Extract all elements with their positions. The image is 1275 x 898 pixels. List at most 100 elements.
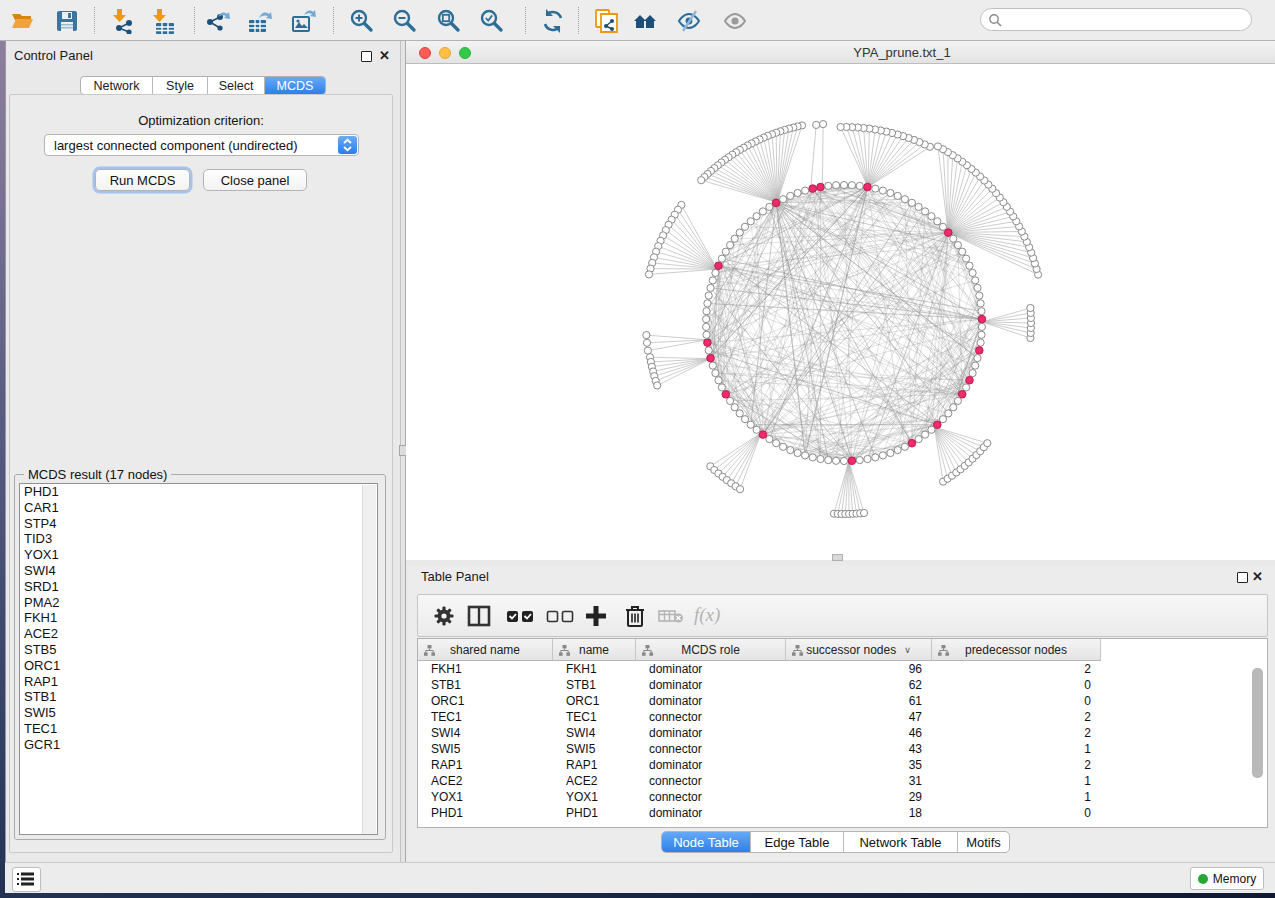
network-node[interactable] [718,384,725,391]
close-panel-button[interactable]: Close panel [203,169,307,191]
network-node[interactable] [643,339,650,346]
network-node[interactable] [856,457,863,464]
column-header-name[interactable]: name [553,639,636,661]
add-column-icon[interactable] [584,604,608,628]
mcds-list-scrollbar[interactable] [362,485,376,835]
network-node[interactable] [709,362,716,369]
network-node[interactable] [753,426,760,433]
mcds-result-item[interactable]: FKH1 [20,610,377,626]
mcds-result-item[interactable]: PMA2 [20,595,377,611]
network-node[interactable] [977,300,984,307]
close-window-icon[interactable] [419,47,431,59]
network-node[interactable] [833,457,840,464]
network-node[interactable] [718,255,725,262]
mcds-result-item[interactable]: RAP1 [20,674,377,690]
deselect-all-icon[interactable] [546,604,576,628]
network-node[interactable] [698,177,705,184]
split-column-icon[interactable] [467,604,491,628]
network-node[interactable] [731,235,738,242]
network-node[interactable] [727,397,734,404]
dominator-node[interactable] [966,377,974,385]
network-node[interactable] [817,455,824,462]
table-scrollbar[interactable] [1252,668,1263,778]
network-node[interactable] [645,271,652,278]
network-node[interactable] [644,347,651,354]
network-node[interactable] [703,316,710,323]
dominator-node[interactable] [945,229,953,237]
network-node[interactable] [864,455,871,462]
float-panel-icon[interactable] [361,51,372,62]
table-row[interactable]: PHD1PHD1dominator180 [418,805,1101,821]
horizontal-splitter-handle[interactable] [832,554,843,561]
mcds-result-item[interactable]: SWI5 [20,705,377,721]
zoom-in-icon[interactable] [349,8,375,34]
network-node[interactable] [773,440,780,447]
network-node[interactable] [974,284,981,291]
network-node[interactable] [747,218,754,225]
network-node[interactable] [972,277,979,284]
dominator-node[interactable] [722,391,730,399]
select-all-icon[interactable] [506,604,536,628]
table-row[interactable]: SWI5SWI5connector431 [418,741,1101,757]
network-node[interactable] [856,182,863,189]
network-node[interactable] [879,187,886,194]
network-node[interactable] [928,213,935,220]
network-node[interactable] [704,300,711,307]
network-node[interactable] [922,208,929,215]
mcds-result-item[interactable]: STB5 [20,642,377,658]
mcds-result-item[interactable]: PHD1 [20,484,377,500]
table-row[interactable]: TEC1TEC1connector472 [418,709,1101,725]
network-node[interactable] [959,248,966,255]
column-header-successor-nodes[interactable]: successor nodes∨ [786,639,932,661]
dominator-node[interactable] [759,431,767,439]
network-node[interactable] [794,189,801,196]
network-node[interactable] [969,370,976,377]
network-node[interactable] [766,203,773,210]
dominator-node[interactable] [864,183,872,191]
network-node[interactable] [780,196,787,203]
network-node[interactable] [908,199,915,206]
mcds-result-item[interactable]: TEC1 [20,721,377,737]
optimization-dropdown[interactable]: largest connected component (undirected) [44,134,359,156]
import-network-icon[interactable] [109,8,135,34]
dominator-node[interactable] [772,199,780,207]
network-node[interactable] [840,457,847,464]
network-node[interactable] [848,182,855,189]
column-header-MCDS-role[interactable]: MCDS role [636,639,786,661]
dominator-node[interactable] [704,339,712,347]
network-node[interactable] [894,192,901,199]
network-node[interactable] [715,377,722,384]
memory-button[interactable]: Memory [1190,867,1264,890]
network-node[interactable] [722,248,729,255]
network-node[interactable] [705,292,712,299]
network-node[interactable] [709,277,716,284]
network-node[interactable] [963,255,970,262]
network-node[interactable] [736,229,743,236]
network-node[interactable] [703,323,710,330]
copy-network-icon[interactable] [594,8,620,34]
network-node[interactable] [934,143,941,150]
minimize-window-icon[interactable] [439,47,451,59]
network-node[interactable] [712,269,719,276]
zoom-out-icon[interactable] [392,8,418,34]
network-node[interactable] [984,440,991,447]
network-node[interactable] [928,426,935,433]
network-node[interactable] [901,443,908,450]
mcds-result-item[interactable]: STB1 [20,689,377,705]
network-node[interactable] [703,331,710,338]
dominator-node[interactable] [978,315,986,323]
network-node[interactable] [802,452,809,459]
network-node[interactable] [922,431,929,438]
network-node[interactable] [705,347,712,354]
mcds-result-item[interactable]: TID3 [20,531,377,547]
zoom-fit-icon[interactable] [436,8,462,34]
network-node[interactable] [780,443,787,450]
network-node[interactable] [787,192,794,199]
network-node[interactable] [872,185,879,192]
network-node[interactable] [825,457,832,464]
mcds-result-item[interactable]: GCR1 [20,737,377,753]
tab-network[interactable]: Network [81,77,153,94]
delete-column-icon[interactable] [624,604,646,628]
network-node[interactable] [840,181,847,188]
network-node[interactable] [879,452,886,459]
